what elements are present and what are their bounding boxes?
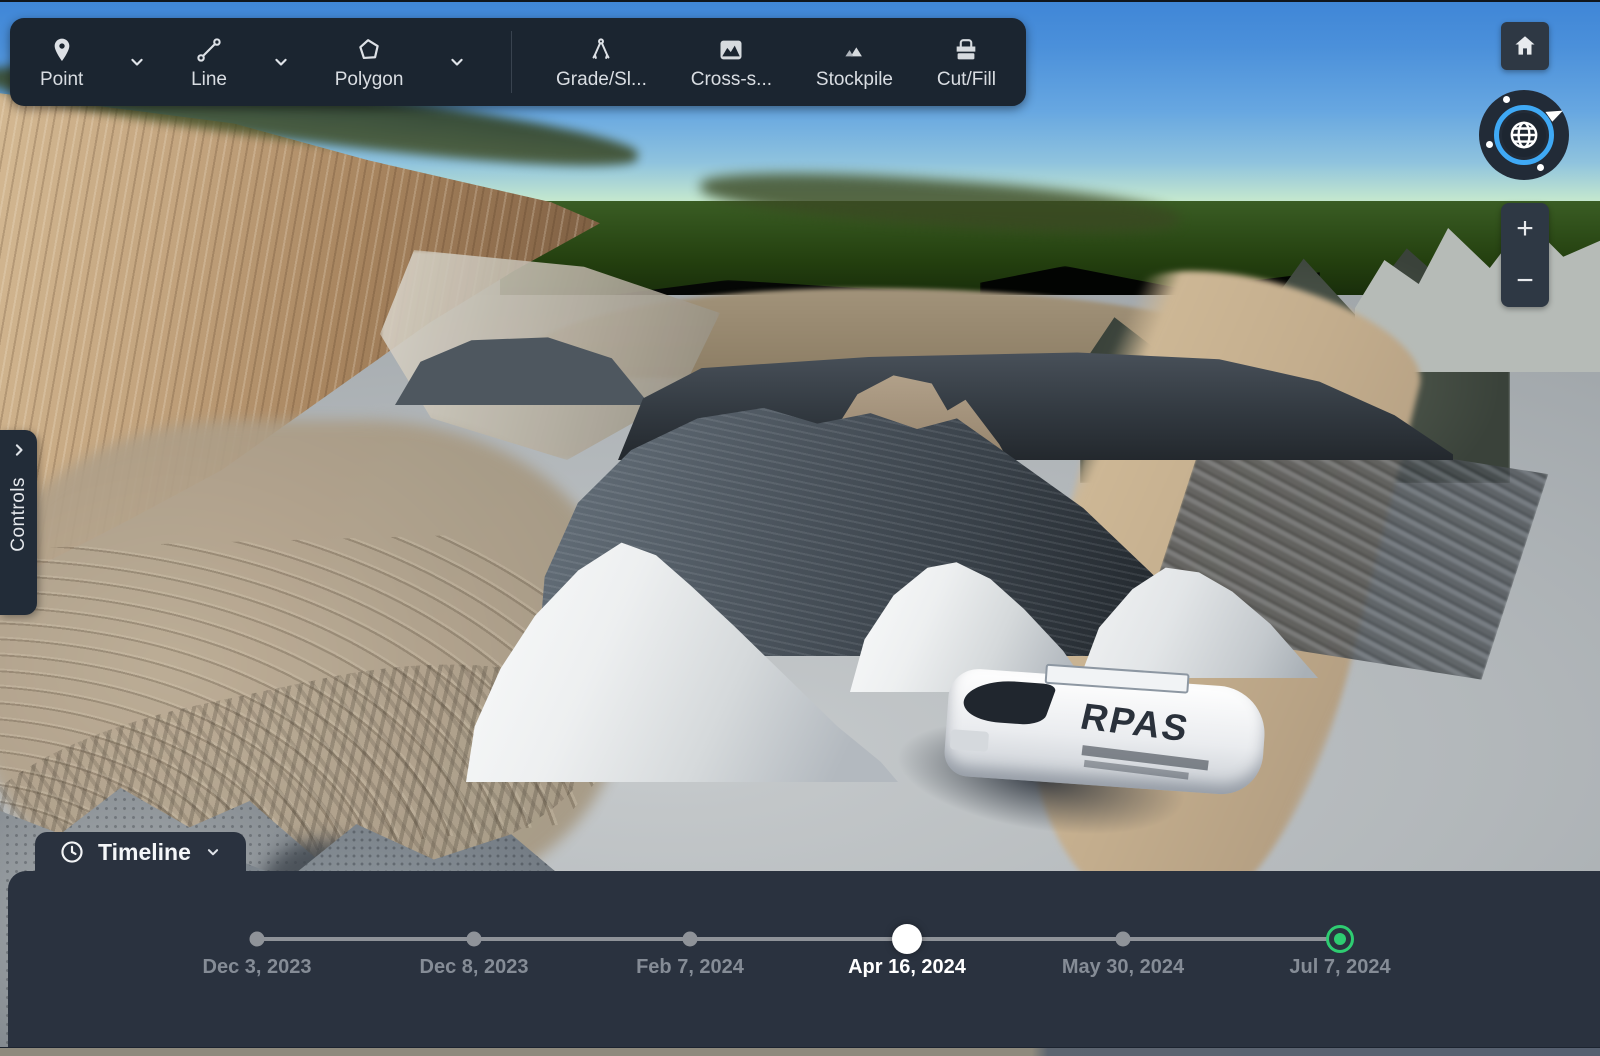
compass-widget[interactable]	[1479, 90, 1569, 180]
tool-point-dropdown-caret[interactable]	[127, 52, 147, 72]
measure-toolbar: Point Line Polygon Grade/Sl... Cross-s... Sto…	[10, 18, 1026, 106]
tool-label: Line	[191, 69, 227, 91]
compass-dot	[1486, 141, 1493, 148]
timeline-dot-3[interactable]	[683, 932, 698, 947]
tool-polygon[interactable]: Polygon	[335, 34, 404, 91]
chevron-right-icon	[9, 440, 29, 465]
timeline-dot-5[interactable]	[1116, 932, 1131, 947]
line-segment-icon	[195, 34, 223, 64]
tool-grade-slope[interactable]: Grade/Sl...	[556, 34, 647, 91]
tool-label: Grade/Sl...	[556, 69, 647, 91]
tool-label: Point	[40, 69, 83, 91]
zoom-in-button[interactable]: +	[1501, 203, 1549, 255]
tool-line[interactable]: Line	[191, 34, 227, 91]
toolbar-divider	[511, 31, 512, 93]
cut-fill-icon	[952, 34, 980, 64]
timeline-track	[257, 937, 1340, 941]
van-front-detail	[950, 729, 989, 752]
zoom-controls: + −	[1501, 203, 1549, 307]
cross-section-icon	[717, 34, 745, 64]
timeline-dot-1[interactable]	[250, 932, 265, 947]
timeline-dot-2[interactable]	[467, 932, 482, 947]
grade-slope-icon	[587, 34, 615, 64]
timeline-date-3[interactable]: Feb 7, 2024	[636, 956, 744, 979]
compass-dot	[1503, 96, 1510, 103]
home-button[interactable]	[1501, 22, 1549, 70]
tool-line-dropdown-caret[interactable]	[271, 52, 291, 72]
tool-label: Polygon	[335, 69, 404, 91]
polygon-icon	[355, 34, 383, 64]
tool-point[interactable]: Point	[40, 34, 83, 91]
compass-dot	[1537, 164, 1544, 171]
controls-panel-label: Controls	[8, 477, 30, 552]
tool-label: Stockpile	[816, 69, 893, 91]
tool-cross-section[interactable]: Cross-s...	[691, 34, 772, 91]
timeline-date-2[interactable]: Dec 8, 2023	[420, 956, 529, 979]
timeline-dot-6[interactable]	[1326, 925, 1354, 953]
timeline-panel: Dec 3, 2023 Dec 8, 2023 Feb 7, 2024 Apr 16,…	[8, 871, 1600, 1047]
controls-panel-toggle[interactable]: Controls	[0, 430, 37, 615]
chevron-down-icon	[204, 843, 222, 861]
globe-hub[interactable]	[1502, 113, 1546, 157]
window-top-edge	[0, 0, 1600, 2]
timeline-header[interactable]: Timeline	[35, 832, 246, 872]
bottom-terrain-strip	[0, 1047, 1600, 1056]
timeline-date-6[interactable]: Jul 7, 2024	[1289, 956, 1390, 979]
timeline-dot-4[interactable]	[892, 924, 922, 954]
survey-van: RPAS	[941, 655, 1268, 819]
map-pin-icon	[48, 34, 76, 64]
tool-cut-fill[interactable]: Cut/Fill	[937, 34, 996, 91]
timeline-title: Timeline	[98, 839, 191, 866]
stockpile-icon	[840, 34, 868, 64]
tool-label: Cut/Fill	[937, 69, 996, 91]
timeline-date-1[interactable]: Dec 3, 2023	[203, 956, 312, 979]
tool-polygon-dropdown-caret[interactable]	[447, 52, 467, 72]
zoom-out-button[interactable]: −	[1501, 255, 1549, 307]
timeline-date-4[interactable]: Apr 16, 2024	[848, 956, 966, 979]
tool-label: Cross-s...	[691, 69, 772, 91]
timeline-date-5[interactable]: May 30, 2024	[1062, 956, 1184, 979]
clock-icon	[59, 839, 85, 865]
tool-stockpile[interactable]: Stockpile	[816, 34, 893, 91]
